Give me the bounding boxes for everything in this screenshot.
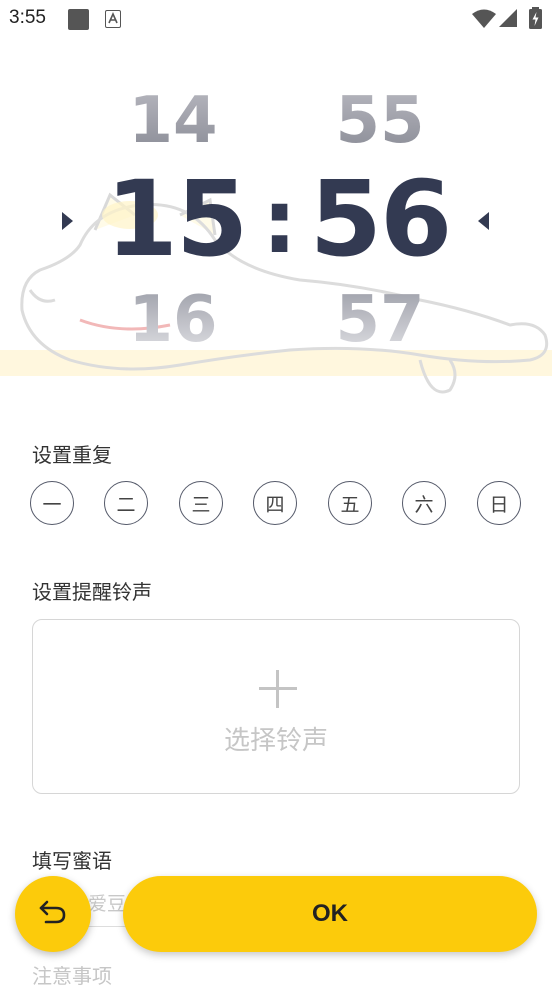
picker-right-indicator-icon: [478, 212, 489, 230]
select-ringtone-label: 选择铃声: [223, 726, 328, 756]
day-toggle-wed[interactable]: 三: [179, 481, 223, 525]
picker-left-indicator-icon: [62, 212, 73, 230]
ok-button[interactable]: OK: [123, 876, 537, 952]
day-toggle-mon[interactable]: 一: [30, 481, 74, 525]
hour-current[interactable]: 15: [96, 158, 256, 280]
message-input-placeholder[interactable]: 爱豆: [88, 889, 126, 916]
battery-charging-icon: [529, 7, 542, 33]
message-title: 填写蜜语: [32, 849, 112, 873]
minute-prev[interactable]: 55: [327, 84, 433, 158]
a-notification-icon: [105, 10, 121, 32]
notes-title: 注意事项: [32, 964, 112, 988]
time-separator: :: [262, 170, 298, 273]
minute-current[interactable]: 56: [300, 158, 460, 280]
select-ringtone-button[interactable]: 选择铃声: [32, 619, 520, 794]
status-time: 3:55: [9, 7, 46, 28]
back-button[interactable]: [15, 876, 91, 952]
day-toggle-tue[interactable]: 二: [104, 481, 148, 525]
repeat-title: 设置重复: [32, 443, 112, 467]
app-notification-icon: [67, 8, 90, 35]
ringtone-title: 设置提醒铃声: [32, 580, 152, 604]
day-toggle-thu[interactable]: 四: [253, 481, 297, 525]
day-toggle-sat[interactable]: 六: [402, 481, 446, 525]
day-toggle-sun[interactable]: 日: [477, 481, 521, 525]
hour-next[interactable]: 16: [120, 283, 226, 357]
wifi-icon: [472, 9, 496, 33]
minute-next[interactable]: 57: [327, 283, 433, 357]
undo-arrow-icon: [38, 898, 68, 930]
day-toggle-fri[interactable]: 五: [328, 481, 372, 525]
signal-icon: [499, 9, 517, 31]
hour-prev[interactable]: 14: [120, 84, 226, 158]
status-bar: 3:55: [0, 0, 552, 38]
